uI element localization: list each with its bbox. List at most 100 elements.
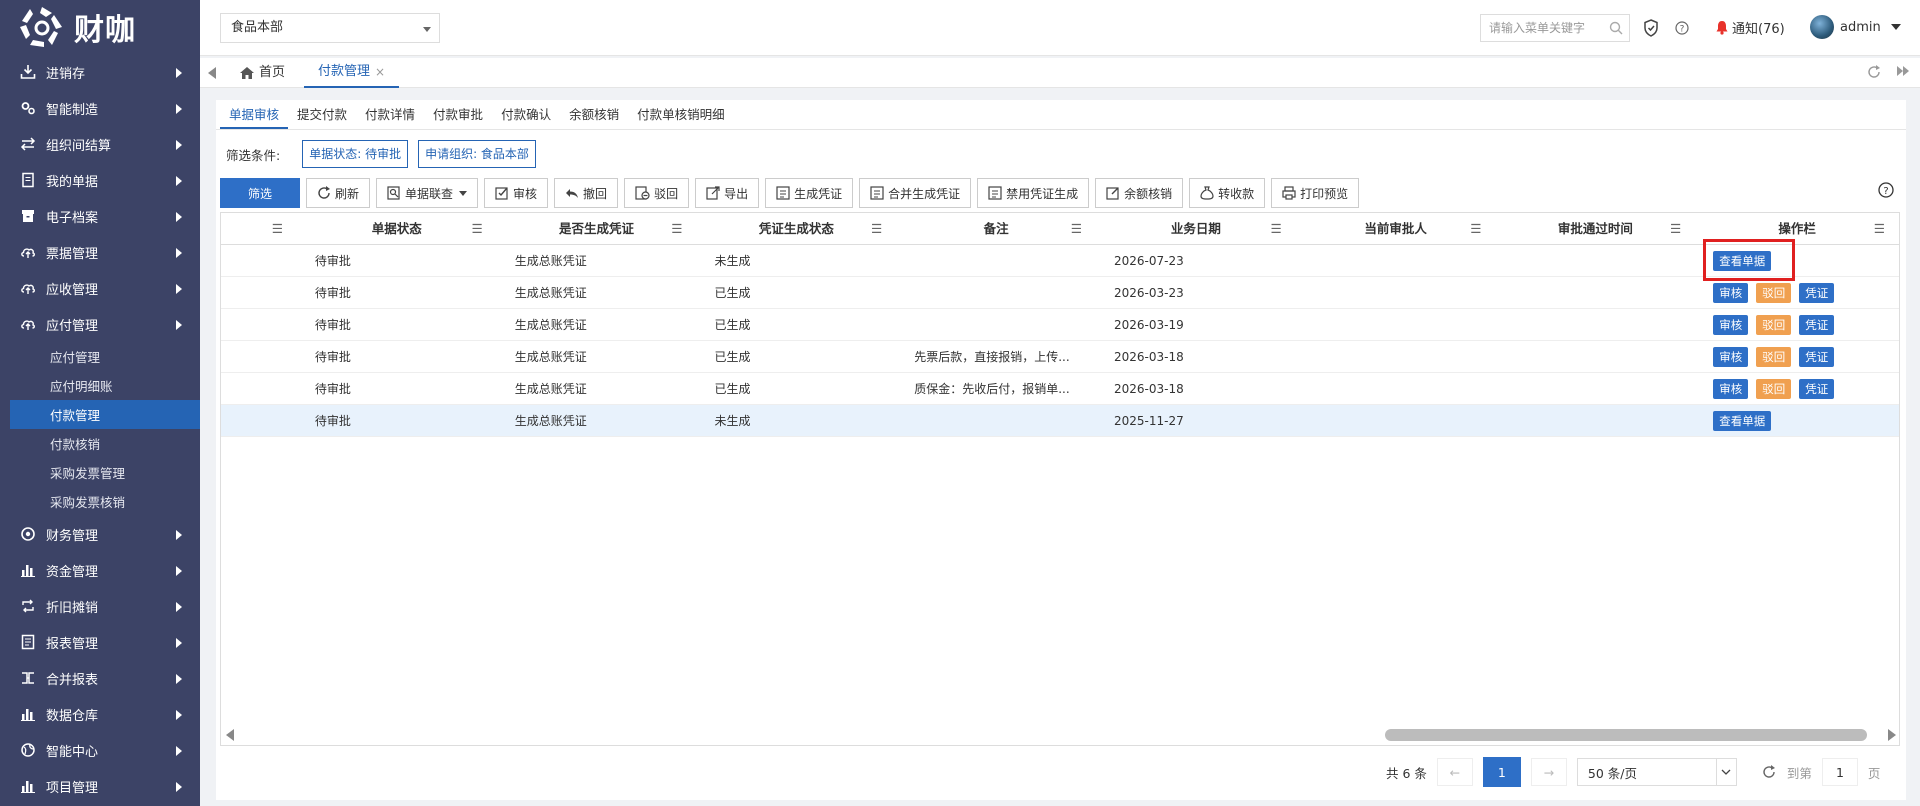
row-voucher-button[interactable]: 凭证	[1799, 283, 1835, 303]
export-button[interactable]: 导出	[695, 178, 760, 208]
generate-voucher-button[interactable]: 生成凭证	[765, 178, 854, 208]
subtab-6[interactable]: 付款单核销明细	[628, 100, 734, 129]
menu-icon[interactable]: ☰	[471, 213, 482, 245]
sidebar-subitem-3[interactable]: 付款核销	[0, 429, 200, 458]
help-icon[interactable]: ?	[1675, 21, 1689, 35]
shield-icon[interactable]	[1643, 19, 1659, 37]
sidebar-subitem-4[interactable]: 采购发票管理	[0, 458, 200, 487]
sidebar-item-bottom-5[interactable]: 数据仓库	[0, 696, 200, 732]
subtab-4[interactable]: 付款确认	[492, 100, 560, 129]
scroll-left-icon[interactable]	[226, 729, 234, 741]
subtab-3[interactable]: 付款审批	[424, 100, 492, 129]
search-icon[interactable]	[1609, 21, 1623, 35]
sidebar-item-top-7[interactable]: 应付管理	[0, 306, 200, 342]
column-header-6[interactable]: 审批通过时间 ☰	[1496, 213, 1696, 245]
sidebar-item-top-1[interactable]: 智能制造	[0, 90, 200, 126]
balance-writeoff-button[interactable]: 余额核销	[1095, 178, 1184, 208]
tab-payment-management[interactable]: 付款管理 ×	[304, 57, 400, 88]
table-row[interactable]: 待审批 生成总账凭证 未生成 2026-07-23 查看单据	[221, 245, 1899, 277]
refresh-button[interactable]: 刷新	[306, 178, 371, 208]
column-header-5[interactable]: 当前审批人 ☰	[1296, 213, 1496, 245]
next-page-button[interactable]: →	[1530, 758, 1567, 786]
close-icon[interactable]: ×	[375, 57, 385, 87]
row-voucher-button[interactable]: 凭证	[1799, 315, 1835, 335]
table-row[interactable]: 待审批 生成总账凭证 已生成 质保金：先收后付，报销单... 2026-03-18 审核驳…	[221, 373, 1899, 405]
sidebar-item-bottom-0[interactable]: 财务管理	[0, 516, 200, 552]
table-row[interactable]: 待审批 生成总账凭证 未生成 2025-11-27 查看单据	[221, 405, 1899, 437]
row-reject-button[interactable]: 驳回	[1756, 283, 1792, 303]
sidebar-item-top-0[interactable]: 进销存	[0, 54, 200, 90]
filter-chip-org[interactable]: 申请组织: 食品本部	[418, 140, 536, 168]
menu-icon[interactable]: ☰	[671, 213, 682, 245]
sidebar-item-top-2[interactable]: 组织间结算	[0, 126, 200, 162]
goto-page-input[interactable]: 1	[1821, 758, 1858, 786]
audit-button[interactable]: 审核	[484, 178, 549, 208]
scrollbar-thumb[interactable]	[1385, 729, 1867, 741]
column-header-1[interactable]: 是否生成凭证 ☰	[497, 213, 697, 245]
menu-icon[interactable]: ☰	[871, 213, 882, 245]
page-size-select[interactable]: 50 条/页	[1576, 758, 1737, 786]
refresh-icon[interactable]	[1761, 764, 1777, 780]
sidebar-item-top-3[interactable]: 我的单据	[0, 162, 200, 198]
view-document-button[interactable]: 查看单据	[1713, 411, 1772, 431]
column-header-0[interactable]: 单据状态 ☰	[297, 213, 497, 245]
sidebar-item-bottom-6[interactable]: 智能中心	[0, 732, 200, 768]
print-preview-button[interactable]: 打印预览	[1271, 178, 1360, 208]
menu-icon[interactable]: ☰	[1071, 213, 1082, 245]
table-row[interactable]: 待审批 生成总账凭证 已生成 先票后款，直接报销，上传... 2026-03-18 审核驳…	[221, 341, 1899, 373]
subtab-2[interactable]: 付款详情	[356, 100, 424, 129]
current-page-button[interactable]: 1	[1482, 757, 1521, 787]
sidebar-item-bottom-2[interactable]: 折旧摊销	[0, 588, 200, 624]
menu-icon[interactable]: ☰	[1874, 213, 1885, 245]
merge-voucher-button[interactable]: 合并生成凭证	[859, 178, 972, 208]
horizontal-scrollbar[interactable]	[220, 720, 1900, 746]
sidebar-subitem-1[interactable]: 应付明细账	[0, 371, 200, 400]
menu-icon[interactable]: ☰	[1271, 213, 1282, 245]
row-audit-button[interactable]: 审核	[1713, 347, 1749, 367]
row-audit-button[interactable]: 审核	[1713, 379, 1749, 399]
sidebar-item-bottom-4[interactable]: 合并报表	[0, 660, 200, 696]
table-row[interactable]: 待审批 生成总账凭证 已生成 2026-03-23 审核 驳回 凭证	[221, 277, 1899, 309]
row-reject-button[interactable]: 驳回	[1756, 315, 1792, 335]
sidebar-item-bottom-3[interactable]: 报表管理	[0, 624, 200, 660]
help-icon[interactable]: ?	[1878, 182, 1894, 198]
notice-link[interactable]: 通知(76)	[1715, 18, 1785, 37]
prev-page-button[interactable]: ←	[1436, 758, 1473, 786]
filter-button[interactable]: 筛选	[220, 178, 300, 208]
disable-voucher-button[interactable]: 禁用凭证生成	[977, 178, 1090, 208]
sidebar-subitem-0[interactable]: 应付管理	[0, 342, 200, 371]
menu-icon[interactable]: ☰	[1670, 213, 1681, 245]
transfer-receipt-button[interactable]: 转收款	[1189, 178, 1266, 208]
reject-button[interactable]: 驳回	[624, 178, 690, 208]
column-header-3[interactable]: 备注 ☰	[896, 213, 1096, 245]
subtab-5[interactable]: 余额核销	[560, 100, 628, 129]
column-menu-leading[interactable]: ☰	[221, 213, 297, 245]
revoke-button[interactable]: 撤回	[554, 178, 619, 208]
sidebar-item-bottom-7[interactable]: 项目管理	[0, 768, 200, 804]
menu-icon[interactable]: ☰	[1470, 213, 1481, 245]
tab-home[interactable]: 首页	[226, 58, 299, 88]
refresh-icon[interactable]	[1866, 64, 1882, 80]
sidebar-item-top-5[interactable]: 票据管理	[0, 234, 200, 270]
scroll-right-icon[interactable]	[1888, 729, 1896, 741]
logo[interactable]: 财咖	[0, 0, 200, 54]
sidebar-subitem-2[interactable]: 付款管理	[10, 400, 200, 429]
row-audit-button[interactable]: 审核	[1713, 315, 1749, 335]
row-reject-button[interactable]: 驳回	[1756, 347, 1792, 367]
sidebar-item-top-4[interactable]: 电子档案	[0, 198, 200, 234]
filter-chip-status[interactable]: 单据状态: 待审批	[302, 140, 409, 168]
column-header-2[interactable]: 凭证生成状态 ☰	[696, 213, 896, 245]
subtab-0[interactable]: 单据审核	[220, 100, 289, 129]
double-chevron-right-icon[interactable]	[1896, 64, 1910, 78]
row-voucher-button[interactable]: 凭证	[1799, 347, 1835, 367]
sidebar-item-bottom-1[interactable]: 资金管理	[0, 552, 200, 588]
sidebar-subitem-5[interactable]: 采购发票核销	[0, 487, 200, 516]
column-header-4[interactable]: 业务日期 ☰	[1096, 213, 1296, 245]
row-reject-button[interactable]: 驳回	[1756, 379, 1792, 399]
tab-scroll-left-icon[interactable]	[208, 67, 216, 79]
row-voucher-button[interactable]: 凭证	[1799, 379, 1835, 399]
row-audit-button[interactable]: 审核	[1713, 283, 1749, 303]
document-query-button[interactable]: 单据联查	[376, 178, 479, 208]
user-menu[interactable]: admin	[1810, 15, 1901, 39]
table-row[interactable]: 待审批 生成总账凭证 已生成 2026-03-19 审核 驳回 凭证	[221, 309, 1899, 341]
